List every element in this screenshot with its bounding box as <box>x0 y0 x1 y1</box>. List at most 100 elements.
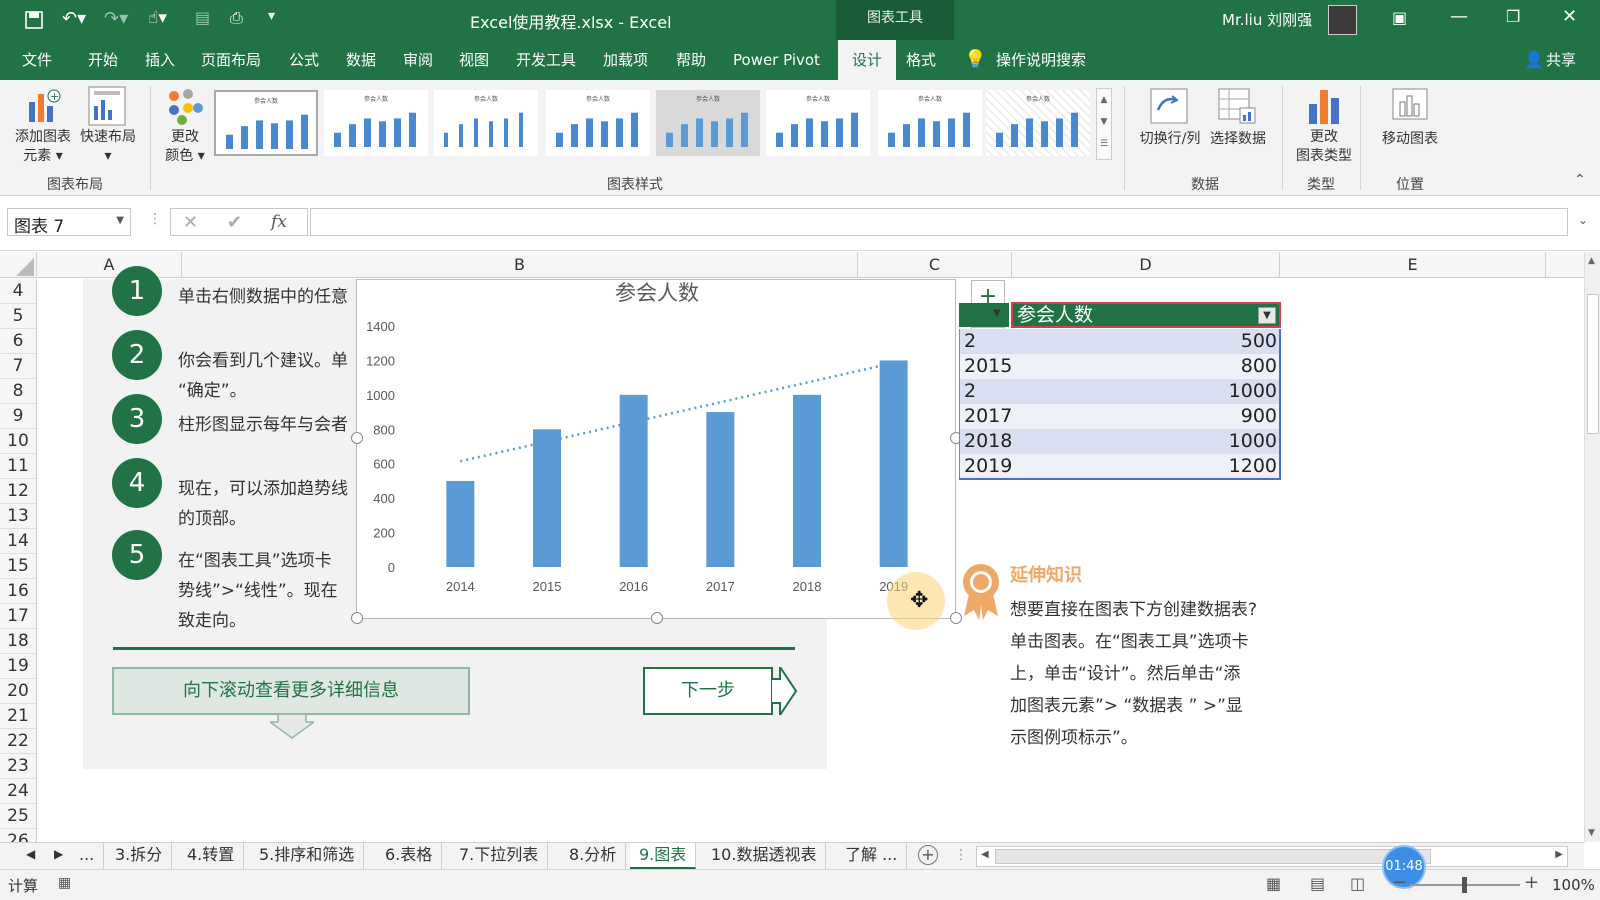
gallery-scroller[interactable]: ▲ ▼ ☰ <box>1096 88 1112 160</box>
formula-input[interactable] <box>310 208 1568 236</box>
column-header[interactable]: D <box>1012 252 1280 278</box>
row-header[interactable]: 16 <box>0 579 36 604</box>
chart-style-thumb[interactable]: 参会人数 <box>546 90 650 156</box>
row-header[interactable]: 9 <box>0 404 36 429</box>
table-value-cell[interactable]: 500 <box>1011 329 1279 354</box>
user-name[interactable]: Mr.liu 刘刚强 <box>1222 9 1312 30</box>
chart-object[interactable]: 参会人数 0 200 400 600 800 1000 1200 1400 2014 2015 201… <box>356 279 956 619</box>
sheet-tab[interactable]: 10.数据透视表 <box>702 843 827 869</box>
gallery-down-icon[interactable]: ▼ <box>1097 111 1111 133</box>
table-year-cell[interactable]: 2019 <box>964 454 1012 479</box>
table-year-cell[interactable]: 2015 <box>964 354 1012 379</box>
chart-style-thumb[interactable]: 参会人数 <box>434 90 538 156</box>
filter-dropdown-icon[interactable]: ▼ <box>993 308 1001 319</box>
row-header[interactable]: 4 <box>0 279 36 304</box>
table-value-cell[interactable]: 1200 <box>1011 454 1279 479</box>
change-chart-type-button[interactable]: 更改 图表类型 <box>1290 128 1358 166</box>
tab-design[interactable]: 设计 <box>838 40 896 80</box>
chart-style-thumb[interactable]: 参会人数 <box>766 90 870 156</box>
table-year-cell[interactable]: 2 <box>964 379 976 404</box>
tab-addins[interactable]: 加载项 <box>603 40 648 80</box>
move-chart-button[interactable]: 移动图表 <box>1374 130 1446 149</box>
chart-style-thumb[interactable]: 参会人数 <box>324 90 428 156</box>
sheet-tab[interactable]: 8.分析 <box>560 843 627 869</box>
form-icon[interactable]: ▤ <box>195 8 210 27</box>
row-header[interactable]: 17 <box>0 604 36 629</box>
share-button[interactable]: 共享 <box>1546 40 1576 80</box>
tab-help[interactable]: 帮助 <box>676 40 706 80</box>
column-header[interactable]: C <box>858 252 1012 278</box>
switch-row-column-button[interactable]: 切换行/列 <box>1136 130 1204 149</box>
table-value-cell[interactable]: 800 <box>1011 354 1279 379</box>
row-header[interactable]: 19 <box>0 654 36 679</box>
zoom-slider-thumb[interactable] <box>1462 877 1467 893</box>
scroll-down-icon[interactable]: ▼ <box>1588 828 1595 838</box>
table-value-cell[interactable]: 900 <box>1011 404 1279 429</box>
name-box[interactable]: 图表 7 ▼ <box>7 208 131 237</box>
chart-style-thumb[interactable]: 参会人数 <box>878 90 982 156</box>
prev-sheet-icon[interactable]: ◀ <box>26 847 35 861</box>
select-data-button[interactable]: 选择数据 <box>1204 130 1272 149</box>
expand-formula-icon[interactable]: ⌄ <box>1578 213 1588 227</box>
avatar[interactable] <box>1328 5 1357 35</box>
customize-qat-icon[interactable]: ▾ <box>268 8 275 24</box>
header-filter-icon[interactable]: ▼ <box>1258 307 1276 324</box>
row-header[interactable]: 15 <box>0 554 36 579</box>
minimize-icon[interactable]: — <box>1450 6 1468 27</box>
column-header[interactable]: A <box>37 252 182 278</box>
resize-handle[interactable] <box>351 432 363 444</box>
sheet-tab[interactable]: ... <box>70 843 105 869</box>
tab-data[interactable]: 数据 <box>346 40 376 80</box>
next-button[interactable]: 下一步 <box>643 667 773 715</box>
tab-file[interactable]: 文件 <box>22 40 52 80</box>
sheet-tab[interactable]: 6.表格 <box>376 843 443 869</box>
resize-handle[interactable] <box>651 612 663 624</box>
gallery-up-icon[interactable]: ▲ <box>1097 89 1111 111</box>
save-icon[interactable] <box>25 11 43 29</box>
scroll-up-icon[interactable]: ▲ <box>1588 256 1595 266</box>
row-header[interactable]: 21 <box>0 704 36 729</box>
page-break-view-icon[interactable]: ◫ <box>1350 874 1365 893</box>
add-sheet-icon[interactable]: + <box>918 845 938 865</box>
close-icon[interactable]: ✕ <box>1562 6 1577 27</box>
row-header[interactable]: 23 <box>0 754 36 779</box>
sheet-tab[interactable]: 4.转置 <box>178 843 245 869</box>
row-header[interactable]: 12 <box>0 479 36 504</box>
tab-format[interactable]: 格式 <box>906 40 936 80</box>
undo-icon[interactable]: ↶▾ <box>62 8 86 29</box>
h-scrollbar-thumb[interactable] <box>995 849 1431 864</box>
collapse-ribbon-icon[interactable]: ⌃ <box>1574 172 1586 188</box>
sheet-tab[interactable]: 了解 ... <box>836 843 908 869</box>
splitter-icon[interactable]: ⋮ <box>954 847 968 863</box>
macro-record-icon[interactable]: ▦ <box>58 875 71 891</box>
sheet-tab[interactable]: 7.下拉列表 <box>450 843 549 869</box>
scrollbar-thumb[interactable] <box>1587 294 1599 434</box>
scroll-right-icon[interactable]: ▶ <box>1555 849 1563 860</box>
gallery-more-icon[interactable]: ☰ <box>1097 133 1111 155</box>
row-header[interactable]: 13 <box>0 504 36 529</box>
sheet-tab[interactable]: 5.排序和筛选 <box>250 843 365 869</box>
column-header[interactable]: E <box>1280 252 1546 278</box>
horizontal-scrollbar[interactable]: ◀ ▶ <box>976 846 1568 867</box>
table-year-cell[interactable]: 2018 <box>964 429 1012 454</box>
row-header[interactable]: 11 <box>0 454 36 479</box>
table-year-cell[interactable]: 2017 <box>964 404 1012 429</box>
touch-mode-icon[interactable]: ☝▾ <box>148 8 167 28</box>
change-colors-button[interactable]: 更改 颜色 ▾ <box>160 128 210 166</box>
insert-function-icon[interactable]: fx <box>271 212 287 232</box>
tab-page-layout[interactable]: 页面布局 <box>201 40 261 80</box>
row-header[interactable]: 7 <box>0 354 36 379</box>
tab-review[interactable]: 审阅 <box>403 40 433 80</box>
chart-style-thumb[interactable]: 参会人数 <box>656 90 760 156</box>
tab-formulas[interactable]: 公式 <box>289 40 319 80</box>
column-header[interactable]: B <box>182 252 858 278</box>
next-sheet-icon[interactable]: ▶ <box>54 847 63 861</box>
row-header[interactable]: 22 <box>0 729 36 754</box>
ribbon-display-icon[interactable]: ▣ <box>1392 8 1407 27</box>
row-header[interactable]: 25 <box>0 804 36 829</box>
enter-icon[interactable]: ✔ <box>227 212 242 233</box>
zoom-in-icon[interactable]: + <box>1524 872 1539 893</box>
row-header[interactable]: 14 <box>0 529 36 554</box>
scroll-left-icon[interactable]: ◀ <box>981 849 989 860</box>
tab-developer[interactable]: 开发工具 <box>516 40 576 80</box>
